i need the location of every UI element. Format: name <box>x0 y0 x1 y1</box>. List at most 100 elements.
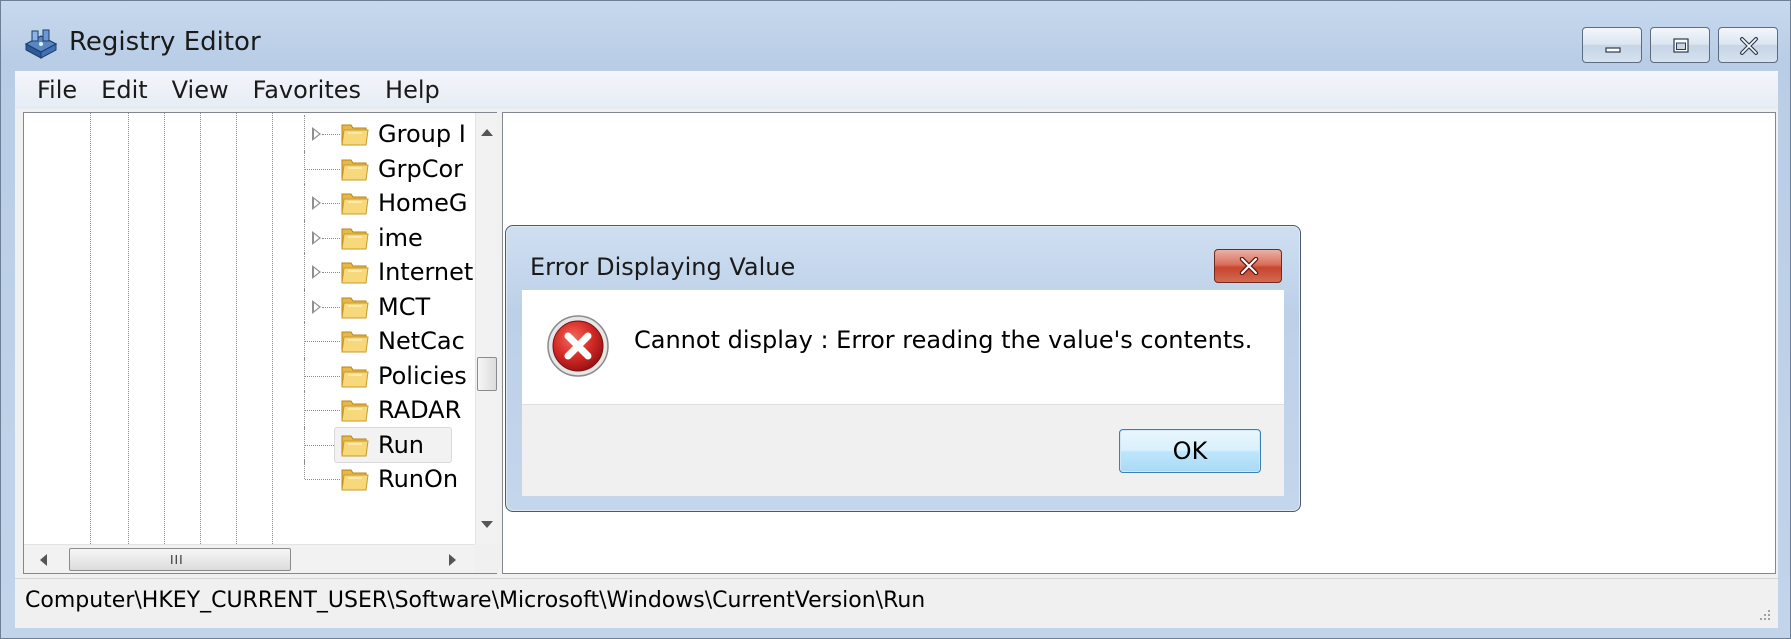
menu-help[interactable]: Help <box>373 73 452 107</box>
tree-node-label: Policies <box>378 361 467 390</box>
tree-node-label: MCT <box>378 292 431 321</box>
tree-connector-line <box>304 115 305 153</box>
horizontal-scroll-thumb[interactable]: III <box>69 548 291 571</box>
tree-node[interactable]: RunOn <box>304 460 475 498</box>
registry-editor-window: Registry Editor File Edit View Favorites… <box>0 0 1791 639</box>
tree-connector-line <box>322 203 340 204</box>
title-bar[interactable]: Registry Editor <box>1 1 1790 77</box>
caption-buttons <box>1582 27 1778 63</box>
expand-arrow-icon[interactable] <box>312 265 321 279</box>
folder-icon <box>341 435 369 456</box>
tree-guide-line <box>200 113 201 544</box>
tree-guide-line <box>90 113 91 544</box>
tree-connector-line <box>304 253 305 291</box>
tree-guide-line <box>236 113 237 544</box>
tree-node[interactable]: NetCac <box>304 322 475 360</box>
tree-node[interactable]: Run <box>304 425 475 464</box>
tree-connector-line <box>322 306 340 308</box>
tree-node[interactable]: HomeG <box>304 184 475 222</box>
scroll-up-arrow-icon[interactable] <box>481 129 493 136</box>
tree-node[interactable]: GrpCor <box>304 149 475 188</box>
dialog-message: Cannot display : Error reading the value… <box>634 326 1253 354</box>
folder-icon <box>341 469 369 491</box>
folder-icon <box>341 262 369 284</box>
error-icon <box>547 315 609 377</box>
tree-node-label: Group I <box>378 120 466 148</box>
minimize-icon <box>1605 47 1621 53</box>
folder-icon <box>341 228 369 249</box>
folder-icon <box>341 159 369 180</box>
vertical-scroll-thumb[interactable] <box>477 357 497 391</box>
tree-horizontal-scrollbar[interactable]: III <box>24 544 475 573</box>
tree-node[interactable]: Policies <box>304 356 475 395</box>
tree-guide-line <box>164 113 165 544</box>
scrollbar-corner <box>475 544 497 573</box>
dialog-body: Cannot display : Error reading the value… <box>522 290 1284 404</box>
tree-guide-line <box>128 113 129 544</box>
tree-node-label: HomeG <box>378 189 468 217</box>
status-path: Computer\HKEY_CURRENT_USER\Software\Micr… <box>25 588 926 613</box>
tree-node[interactable]: Internet <box>304 253 475 291</box>
error-dialog[interactable]: Error Displaying Value Cannot display: … <box>505 225 1301 512</box>
tree-node-label: RunOn <box>378 465 459 493</box>
expand-arrow-icon[interactable] <box>312 196 321 210</box>
tree-node[interactable]: RADAR <box>304 391 475 429</box>
folder-icon <box>341 331 369 353</box>
folder-icon <box>341 193 369 215</box>
scroll-grip-icon: III <box>170 553 184 567</box>
tree-node[interactable]: Group I <box>304 115 475 153</box>
status-bar: Computer\HKEY_CURRENT_USER\Software\Micr… <box>15 578 1778 628</box>
maximize-icon <box>1673 38 1689 53</box>
tree-connector-line <box>322 272 340 273</box>
tree-connector-line <box>322 237 340 239</box>
folder-icon <box>341 124 369 146</box>
maximize-button[interactable] <box>1650 27 1710 63</box>
tree-node-label: GrpCor <box>378 154 464 183</box>
folder-icon <box>341 400 369 422</box>
scroll-right-arrow-icon[interactable] <box>449 554 456 566</box>
expand-arrow-icon[interactable] <box>312 230 321 245</box>
tree-connector-line <box>305 479 340 480</box>
close-icon <box>1740 37 1758 55</box>
tree-connector-line <box>304 184 305 222</box>
resize-grip-icon[interactable] <box>1756 606 1772 622</box>
tree-content: Group I GrpCor HomeG ime Internet MCT NetCac Po… <box>24 113 475 544</box>
expand-arrow-icon[interactable] <box>312 127 321 141</box>
key-tree[interactable]: Group I GrpCor HomeG ime Internet MCT NetCac Po… <box>23 112 497 574</box>
menu-file[interactable]: File <box>37 73 89 107</box>
menu-view[interactable]: View <box>160 73 241 107</box>
tree-node[interactable]: MCT <box>304 287 475 326</box>
tree-node-label: ime <box>378 223 423 252</box>
tree-connector-line <box>322 134 340 135</box>
folder-icon <box>341 366 369 387</box>
tree-connector-line <box>305 168 340 170</box>
folder-icon <box>341 297 369 318</box>
menu-bar: File Edit View Favorites Help <box>15 71 1778 109</box>
tree-connector-line <box>305 410 340 411</box>
scroll-left-arrow-icon[interactable] <box>40 554 47 566</box>
expand-arrow-icon[interactable] <box>312 299 321 314</box>
tree-vertical-scrollbar[interactable] <box>475 113 497 544</box>
window-close-button[interactable] <box>1718 27 1778 63</box>
tree-node-label: NetCac <box>378 327 465 355</box>
minimize-button[interactable] <box>1582 27 1642 63</box>
tree-node-label: Run <box>378 430 425 459</box>
dialog-title: Error Displaying Value <box>530 253 796 281</box>
tree-node-label: RADAR <box>378 396 462 424</box>
tree-connector-line <box>304 287 305 326</box>
tree-node[interactable]: ime <box>304 218 475 257</box>
tree-node-label: Internet <box>378 258 474 286</box>
dialog-close-button[interactable] <box>1214 249 1282 283</box>
tree-connector-line <box>304 218 305 257</box>
menu-favorites[interactable]: Favorites <box>241 73 373 107</box>
tree-connector-line <box>305 341 340 342</box>
tree-guide-line <box>272 113 273 544</box>
dialog-footer: OK <box>522 404 1284 496</box>
ok-button[interactable]: OK <box>1119 429 1261 473</box>
scroll-down-arrow-icon[interactable] <box>481 521 493 528</box>
tree-connector-line <box>304 460 305 479</box>
close-icon <box>1239 257 1259 275</box>
menu-edit[interactable]: Edit <box>89 73 159 107</box>
tree-connector-line <box>305 375 340 377</box>
window-title: Registry Editor <box>69 27 261 57</box>
